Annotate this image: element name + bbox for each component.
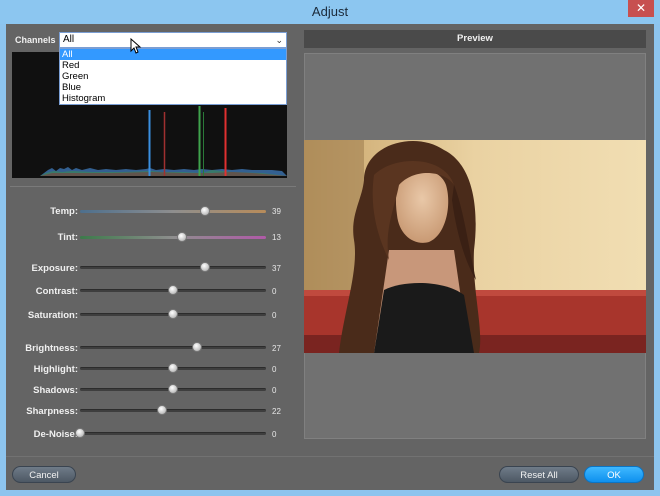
temp-slider-track[interactable] xyxy=(80,210,266,213)
exposure-label: Exposure: xyxy=(31,263,78,274)
sharpness-slider-track[interactable] xyxy=(80,409,266,412)
sharpness-slider-thumb[interactable] xyxy=(156,405,167,415)
channels-dropdown-list: All Red Green Blue Histogram xyxy=(59,48,287,105)
highlight-value: 0 xyxy=(272,365,277,374)
highlight-label: Highlight: xyxy=(33,364,78,375)
denoise-slider-thumb[interactable] xyxy=(75,428,85,438)
window-title: Adjust xyxy=(311,4,349,19)
preview-image xyxy=(304,140,646,353)
tint-label: Tint: xyxy=(57,232,78,243)
channels-selected-value: All xyxy=(63,34,75,45)
saturation-label: Saturation: xyxy=(27,310,78,321)
shadows-label: Shadows: xyxy=(33,385,78,396)
chevron-down-icon[interactable]: ⌄ xyxy=(275,33,283,47)
contrast-slider-thumb[interactable] xyxy=(168,285,178,295)
mouse-cursor-icon xyxy=(130,38,142,54)
tint-value: 13 xyxy=(272,233,281,242)
ok-button[interactable]: OK xyxy=(584,466,644,483)
brightness-slider-track[interactable] xyxy=(80,346,266,349)
shadows-slider-thumb[interactable] xyxy=(168,384,178,394)
temp-value: 39 xyxy=(272,207,281,216)
temp-label: Temp: xyxy=(50,206,78,217)
denoise-slider-track[interactable] xyxy=(80,432,266,435)
exposure-slider-track[interactable] xyxy=(80,266,266,269)
exposure-value: 37 xyxy=(272,264,281,273)
sharpness-value: 22 xyxy=(272,407,281,416)
option-histogram[interactable]: Histogram xyxy=(60,93,286,104)
footer-divider xyxy=(6,456,654,457)
temp-slider-thumb[interactable] xyxy=(199,206,210,216)
option-all[interactable]: All xyxy=(60,49,286,60)
exposure-slider-thumb[interactable] xyxy=(199,262,210,272)
cancel-button[interactable]: Cancel xyxy=(12,466,76,483)
divider xyxy=(10,186,296,187)
tint-slider-track[interactable] xyxy=(80,236,266,239)
channels-label: Channels xyxy=(15,35,56,45)
brightness-label: Brightness: xyxy=(25,343,78,354)
contrast-value: 0 xyxy=(272,287,277,296)
contrast-label: Contrast: xyxy=(35,286,78,297)
saturation-slider-thumb[interactable] xyxy=(168,309,178,319)
highlight-slider-thumb[interactable] xyxy=(168,363,178,373)
sharpness-label: Sharpness: xyxy=(26,406,78,417)
option-green[interactable]: Green xyxy=(60,71,286,82)
brightness-value: 27 xyxy=(272,344,281,353)
preview-header: Preview xyxy=(304,30,646,48)
channels-select[interactable]: All ⌄ xyxy=(59,32,287,48)
title-bar: Adjust ✕ xyxy=(0,0,660,24)
denoise-label: De-Noise: xyxy=(33,429,78,440)
denoise-value: 0 xyxy=(272,430,277,439)
option-red[interactable]: Red xyxy=(60,60,286,71)
shadows-value: 0 xyxy=(272,386,277,395)
close-button[interactable]: ✕ xyxy=(628,0,654,17)
saturation-value: 0 xyxy=(272,311,277,320)
option-blue[interactable]: Blue xyxy=(60,82,286,93)
reset-all-button[interactable]: Reset All xyxy=(499,466,579,483)
